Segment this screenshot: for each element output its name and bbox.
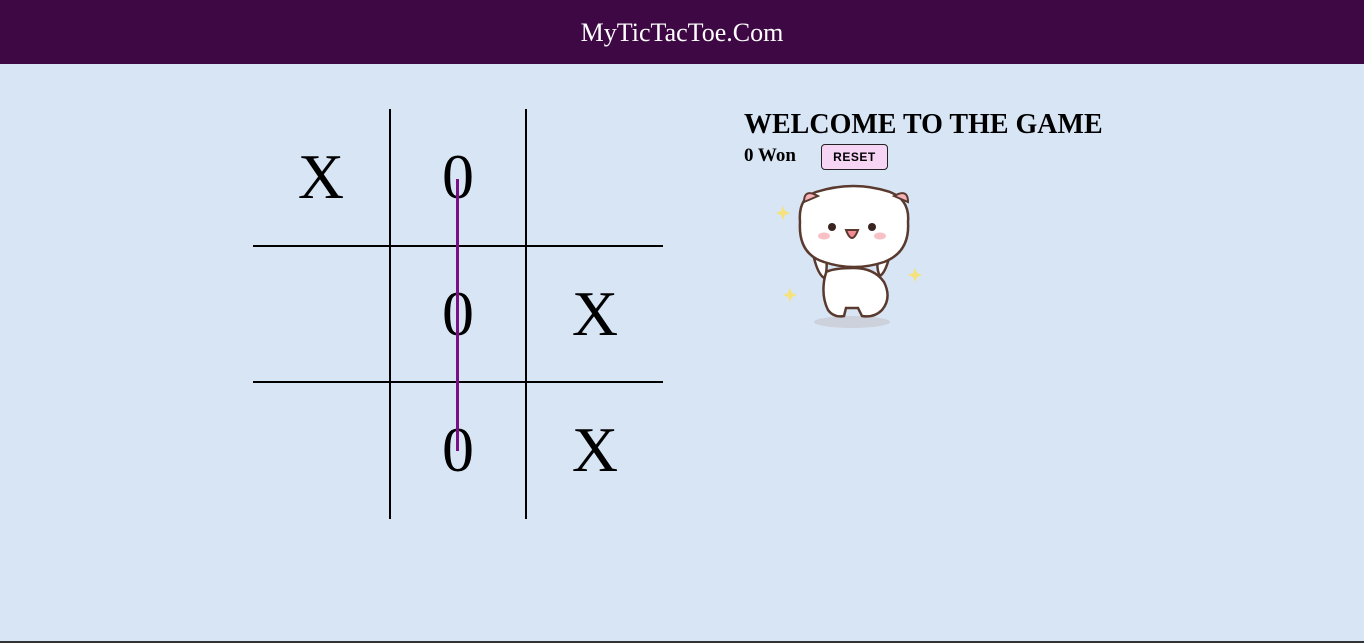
board-cell-5[interactable]: X [527,246,663,382]
game-board: X 0 0 X 0 X [253,109,663,519]
site-title[interactable]: MyTicTacToe.Com [581,18,784,48]
grid-line-vertical-1 [389,109,391,519]
board-cell-3[interactable] [253,246,389,382]
reset-button[interactable]: RESET [820,144,888,170]
welcome-heading: WELCOME TO THE GAME [744,109,1103,140]
status-row: 0 Won RESET [744,142,1103,170]
navbar: MyTicTacToe.Com [0,0,1364,64]
board-cell-2[interactable] [527,109,663,245]
game-info-panel: WELCOME TO THE GAME 0 Won RESET [744,108,1103,170]
board-cell-0[interactable]: X [253,109,389,245]
board-cell-8[interactable]: X [527,382,663,518]
celebrating-cat-icon [774,182,922,330]
winning-strike-line [456,179,459,451]
board-cell-6[interactable] [253,382,389,518]
grid-line-vertical-2 [525,109,527,519]
game-status-text: 0 Won [744,145,796,166]
